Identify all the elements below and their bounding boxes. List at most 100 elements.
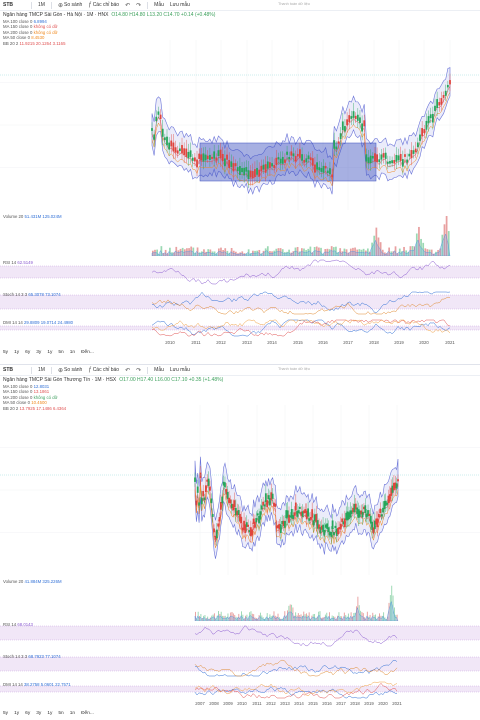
candle-body [333, 140, 336, 149]
time-axis[interactable]: 2007 2008 2009 2010 2011 2012 2013 2014 2015 2016… [0, 701, 480, 709]
toolbar-divider [147, 1, 149, 9]
indicator-icon: ƒ [88, 367, 92, 373]
candle-body [438, 102, 441, 106]
volume-name: Volume 20 [3, 579, 24, 584]
save-template-button[interactable]: Lưu mẫu [170, 367, 190, 373]
time-axis[interactable]: 2010 2011 2012 2013 2014 2015 2016 2017 2018 2019… [0, 340, 480, 348]
candle-body [318, 167, 321, 171]
redo-button[interactable]: ↷ [136, 2, 141, 9]
range-button[interactable]: 5n [58, 711, 63, 716]
symbol-input[interactable]: STB [3, 2, 25, 8]
rsi-pane[interactable] [0, 258, 480, 286]
range-button[interactable]: 6y [25, 711, 30, 716]
oscillator-band [0, 686, 480, 692]
dmi-pane[interactable] [0, 680, 480, 700]
candle-body [416, 142, 419, 148]
candle-body [352, 111, 355, 118]
candle-body [194, 477, 196, 482]
time-axis-label: 2017 [343, 340, 353, 345]
range-button[interactable]: 1y [47, 350, 52, 355]
candle-body [213, 151, 216, 159]
candle-body [281, 156, 284, 164]
time-axis-label: 2012 [216, 340, 226, 345]
time-axis-label: 2008 [209, 701, 219, 706]
range-button[interactable]: Đến... [81, 350, 94, 355]
candle-body [344, 126, 346, 132]
save-template-button[interactable]: Lưu mẫu [170, 2, 190, 8]
compare-button[interactable]: ⊕ So sánh [58, 2, 82, 9]
undo-icon: ↶ [125, 2, 131, 9]
candle-body [436, 99, 439, 109]
candle-body [364, 505, 367, 514]
candle-body [273, 164, 276, 168]
indicators-label: Các chỉ báo [92, 367, 120, 373]
candle-body [204, 485, 207, 493]
candle-body [228, 159, 231, 169]
candle-body [151, 128, 153, 131]
candle-body [238, 166, 241, 175]
candle-body [208, 154, 211, 160]
legend-label: MA 150 close 0 [3, 24, 33, 30]
volume-pane[interactable] [0, 577, 480, 621]
range-button[interactable]: 1y [47, 711, 52, 716]
volume-pane[interactable] [0, 212, 480, 256]
interval-label: 1M [38, 2, 45, 8]
symbol-title: Ngân hàng TMCP Sài Gòn - Hà Nội · 1M · H… [3, 12, 109, 18]
range-button[interactable]: 6y [25, 350, 30, 355]
price-pane[interactable] [0, 40, 480, 210]
templates-button[interactable]: Mẫu [154, 367, 164, 373]
range-button[interactable]: Đến... [81, 711, 94, 716]
time-axis-label: 2019 [394, 340, 404, 345]
range-button[interactable]: 5y [3, 711, 8, 716]
candle-body [202, 491, 205, 497]
candle-body [293, 512, 296, 516]
candle-body [196, 159, 198, 168]
symbol-input[interactable]: STB [3, 367, 25, 373]
candle-body [423, 129, 426, 134]
indicators-button[interactable]: ƒ Các chỉ báo [88, 2, 119, 8]
candle-body [427, 116, 430, 124]
candle-body [266, 161, 269, 169]
compare-button[interactable]: ⊕ So sánh [58, 367, 82, 374]
range-button[interactable]: 1y [14, 350, 19, 355]
candle-body [412, 150, 415, 154]
range-button[interactable]: 1n [70, 350, 75, 355]
stoch-pane[interactable] [0, 652, 480, 678]
candle-body [249, 170, 252, 178]
undo-button[interactable]: ↶ [125, 367, 130, 374]
candle-body [241, 168, 243, 173]
candle-body [236, 167, 239, 172]
candle-body [223, 158, 226, 167]
undo-button[interactable]: ↶ [125, 2, 130, 9]
candle-body [170, 140, 173, 147]
candle-body [419, 134, 421, 141]
candle-body [233, 500, 236, 508]
range-button[interactable]: 3y [36, 711, 41, 716]
time-axis-label: 2016 [322, 701, 332, 706]
candle-body [442, 95, 445, 98]
candle-body [307, 155, 310, 159]
candle-body [365, 154, 368, 162]
stoch-label: Stoch 14 3 3 68.7923 77.1074 [3, 654, 61, 659]
candle-body [431, 113, 434, 123]
candle-body [314, 164, 316, 173]
price-pane[interactable] [0, 405, 480, 575]
range-button[interactable]: 5y [3, 350, 8, 355]
indicators-button[interactable]: ƒ Các chỉ báo [88, 367, 119, 373]
range-button[interactable]: 1n [70, 711, 75, 716]
range-button[interactable]: 1y [14, 711, 19, 716]
stoch-pane[interactable] [0, 290, 480, 316]
rsi-pane[interactable] [0, 620, 480, 648]
redo-button[interactable]: ↷ [136, 367, 141, 374]
range-button[interactable]: 5n [58, 350, 63, 355]
candle-body [378, 159, 381, 163]
interval-button[interactable]: 1M [38, 367, 45, 373]
interval-button[interactable]: 1M [38, 2, 45, 8]
candle-body [446, 84, 449, 88]
range-button[interactable]: 3y [36, 350, 41, 355]
ohlc-values: O17.00 H17.40 L16.00 C17.10 +0.35 (+1.48… [119, 377, 224, 383]
templates-button[interactable]: Mẫu [154, 2, 164, 8]
candle-body [181, 145, 183, 154]
dmi-label: DMI 14 14 29.8809 19.0714 24.4980 [3, 320, 73, 325]
candle-body [316, 162, 318, 170]
